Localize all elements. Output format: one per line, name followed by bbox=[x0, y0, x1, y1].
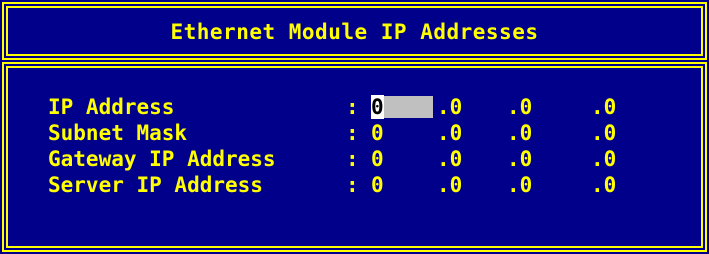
dos-screen: Ethernet Module IP Addresses IP Address … bbox=[0, 0, 709, 254]
window-title: Ethernet Module IP Addresses bbox=[170, 20, 539, 44]
field-separator: : bbox=[346, 173, 359, 197]
field-separator: : bbox=[346, 121, 359, 145]
gateway-ip-octet-2-field[interactable]: .0 bbox=[437, 148, 503, 170]
server-ip-octet-4-field[interactable]: .0 bbox=[591, 174, 657, 196]
address-form-panel: IP Address : 0 .0 .0 .0 Subnet Mask : 0 … bbox=[0, 60, 709, 254]
gateway-ip-address-label: Gateway IP Address bbox=[48, 147, 276, 171]
ip-address-row: IP Address : 0 .0 .0 .0 bbox=[48, 94, 668, 120]
field-separator: : bbox=[346, 95, 359, 119]
gateway-ip-octet-4-field[interactable]: .0 bbox=[591, 148, 657, 170]
server-ip-octet-2-field[interactable]: .0 bbox=[437, 174, 503, 196]
gateway-ip-octet-1-field[interactable]: 0 bbox=[371, 148, 437, 170]
subnet-mask-row: Subnet Mask : 0 .0 .0 .0 bbox=[48, 120, 668, 146]
subnet-mask-octet-2-field[interactable]: .0 bbox=[437, 122, 503, 144]
ip-address-octet-3-field[interactable]: .0 bbox=[507, 96, 573, 118]
ip-address-label: IP Address bbox=[48, 95, 175, 119]
server-ip-address-row: Server IP Address : 0 .0 .0 .0 bbox=[48, 172, 668, 198]
ip-address-octet-1-field[interactable]: 0 bbox=[371, 95, 433, 119]
gateway-ip-address-row: Gateway IP Address : 0 .0 .0 .0 bbox=[48, 146, 668, 172]
ip-address-octet-4-field[interactable]: .0 bbox=[591, 96, 657, 118]
subnet-mask-label: Subnet Mask bbox=[48, 121, 188, 145]
ip-address-octet-1-value: 0 bbox=[371, 95, 384, 119]
gateway-ip-octet-3-field[interactable]: .0 bbox=[507, 148, 573, 170]
server-ip-octet-3-field[interactable]: .0 bbox=[507, 174, 573, 196]
server-ip-address-label: Server IP Address bbox=[48, 173, 263, 197]
field-separator: : bbox=[346, 147, 359, 171]
ip-address-octet-2-field[interactable]: .0 bbox=[437, 96, 503, 118]
title-panel: Ethernet Module IP Addresses bbox=[0, 0, 709, 62]
subnet-mask-octet-1-field[interactable]: 0 bbox=[371, 122, 437, 144]
server-ip-octet-1-field[interactable]: 0 bbox=[371, 174, 437, 196]
subnet-mask-octet-3-field[interactable]: .0 bbox=[507, 122, 573, 144]
subnet-mask-octet-4-field[interactable]: .0 bbox=[591, 122, 657, 144]
